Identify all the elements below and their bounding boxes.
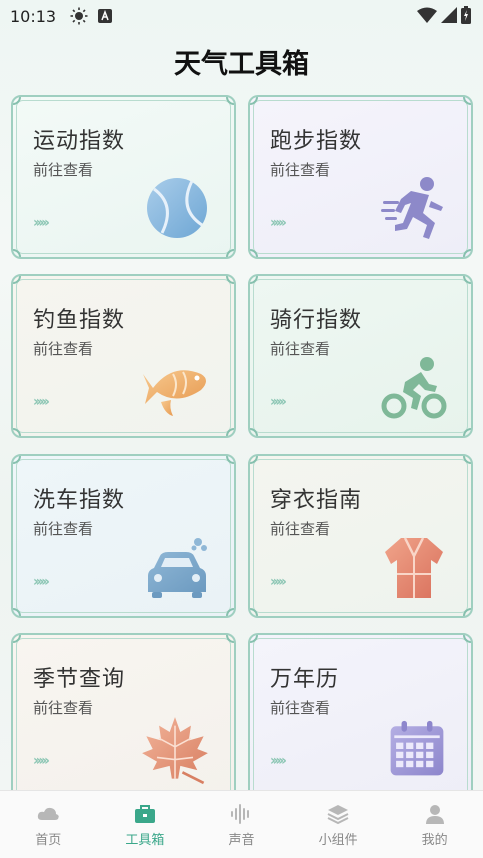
card-title: 钓鱼指数 (33, 308, 126, 333)
card-season-query[interactable]: 季节查询 前往查看 ››››› (11, 633, 236, 803)
tab-label: 工具箱 (125, 832, 165, 848)
card-subtitle: 前往查看 (33, 699, 94, 717)
arrows-icon: ››››› (270, 574, 287, 590)
arrows-icon: ››››› (33, 215, 50, 231)
sound-wave-icon (231, 803, 250, 824)
card-title: 运动指数 (33, 129, 126, 154)
arrows-icon: ››››› (33, 753, 50, 769)
card-carwash-index[interactable]: 洗车指数 前往查看 ››››› (11, 454, 236, 618)
tab-label: 我的 (421, 832, 448, 848)
tab-label: 小组件 (318, 832, 358, 848)
card-subtitle: 前往查看 (270, 699, 331, 717)
tab-label: 首页 (35, 832, 62, 848)
arrows-icon: ››››› (270, 215, 287, 231)
card-title: 季节查询 (33, 667, 126, 692)
card-perpetual-calendar[interactable]: 万年历 前往查看 ››››› (248, 633, 473, 803)
card-dressing-guide[interactable]: 穿衣指南 前往查看 ››››› (248, 454, 473, 618)
bottom-tab-bar: 首页 工具箱 声音 小组件 我的 (0, 790, 483, 858)
card-subtitle: 前往查看 (33, 520, 94, 538)
card-subtitle: 前往查看 (270, 161, 331, 179)
toolbox-icon (134, 804, 155, 823)
arrows-icon: ››››› (270, 753, 287, 769)
card-running-index[interactable]: 跑步指数 前往查看 ››››› (248, 95, 473, 259)
cyclist-icon (381, 357, 447, 419)
card-sport-index[interactable]: 运动指数 前往查看 ››››› (11, 95, 236, 259)
arrows-icon: ››››› (33, 394, 50, 410)
card-cycling-index[interactable]: 骑行指数 前往查看 ››››› (248, 274, 473, 438)
calendar-icon (390, 720, 444, 776)
tool-grid: 运动指数 前往查看 ››››› 跑步指数 前往查看 ››››› 钓鱼指数 前往查… (0, 0, 483, 858)
maple-leaf-icon (142, 717, 208, 785)
tab-sound[interactable]: 声音 (201, 802, 281, 848)
person-icon (425, 804, 444, 824)
tab-widgets[interactable]: 小组件 (298, 802, 378, 848)
tennis-ball-icon (147, 178, 207, 238)
card-subtitle: 前往查看 (33, 161, 94, 179)
tab-mine[interactable]: 我的 (395, 802, 475, 848)
card-title: 穿衣指南 (270, 488, 363, 513)
fish-icon (143, 370, 206, 416)
arrows-icon: ››››› (33, 574, 50, 590)
tab-home[interactable]: 首页 (8, 802, 88, 848)
card-subtitle: 前往查看 (270, 520, 331, 538)
card-title: 骑行指数 (270, 308, 363, 333)
tab-label: 声音 (228, 832, 255, 848)
runner-icon (381, 177, 443, 239)
robe-icon (385, 537, 443, 598)
cloud-icon (38, 807, 59, 820)
card-fishing-index[interactable]: 钓鱼指数 前往查看 ››››› (11, 274, 236, 438)
car-wash-icon (148, 538, 207, 598)
card-title: 万年历 (270, 667, 340, 692)
card-subtitle: 前往查看 (33, 340, 94, 358)
card-title: 跑步指数 (270, 129, 363, 154)
layers-icon (327, 804, 349, 824)
tab-toolbox[interactable]: 工具箱 (105, 802, 185, 848)
card-subtitle: 前往查看 (270, 340, 331, 358)
arrows-icon: ››››› (270, 394, 287, 410)
card-title: 洗车指数 (33, 488, 126, 513)
